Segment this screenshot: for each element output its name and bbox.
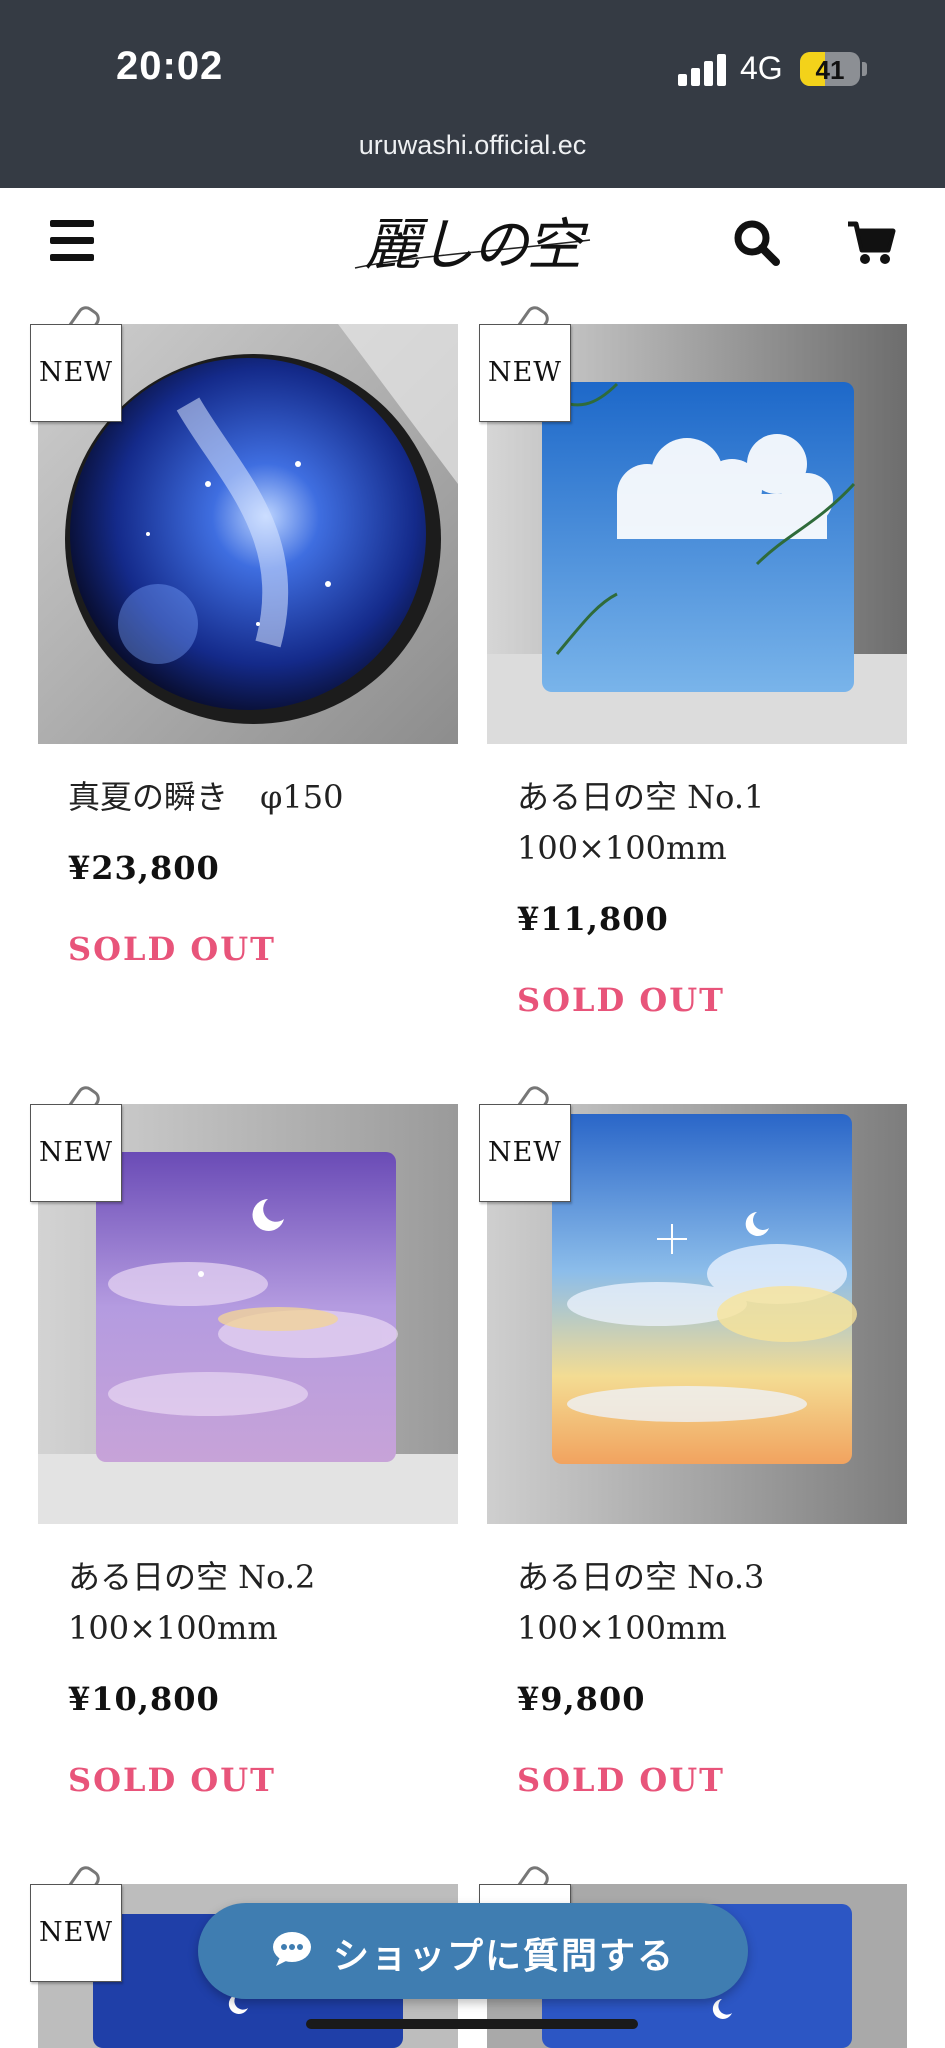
product-price: ¥11,800 [517, 900, 669, 938]
address-bar-url[interactable]: uruwashi.official.ec [0, 130, 945, 161]
site-logo[interactable]: 麗しの空 [350, 206, 595, 286]
sold-out-label: SOLD OUT [68, 930, 276, 968]
sold-out-label: SOLD OUT [68, 1761, 276, 1799]
chat-bubble-icon [272, 1931, 312, 1966]
product-card[interactable]: NEW ある日の空 No.3 100×100mm ¥9,800 SOLD OUT [479, 1082, 907, 1804]
product-price: ¥9,800 [517, 1680, 646, 1718]
search-icon[interactable] [732, 218, 782, 268]
new-badge: NEW [479, 324, 571, 422]
battery-icon: 41 [800, 52, 860, 86]
product-card[interactable]: NEW ある日の空 No.1 100×100mm ¥11,800 SOLD OU… [479, 302, 907, 1024]
home-indicator [306, 2019, 638, 2029]
new-badge: NEW [479, 1104, 571, 1202]
status-time: 20:02 [116, 44, 224, 88]
ask-shop-button[interactable]: ショップに質問する [198, 1903, 748, 1999]
new-badge: NEW [30, 324, 122, 422]
logo-text: 麗しの空 [364, 213, 583, 278]
product-card[interactable]: NEW ある日の空 No.2 100×100mm ¥10,800 SOLD OU… [30, 1082, 458, 1804]
status-bar: 20:02 4G 41 uruwashi.official.ec [0, 0, 945, 188]
signal-icon [678, 54, 728, 86]
product-card[interactable]: NEW 真夏の瞬き φ150 ¥23,800 SOLD OUT [30, 302, 458, 1024]
cart-icon[interactable] [846, 220, 896, 266]
battery-tip [862, 62, 867, 76]
site-header: 麗しの空 [0, 188, 945, 316]
product-price: ¥10,800 [68, 1680, 220, 1718]
sold-out-label: SOLD OUT [517, 1761, 725, 1799]
product-title[interactable]: ある日の空 No.3 100×100mm [517, 1552, 897, 1654]
ask-shop-label: ショップに質問する [333, 1936, 676, 1977]
sold-out-label: SOLD OUT [517, 981, 725, 1019]
product-title[interactable]: ある日の空 No.1 100×100mm [517, 772, 897, 874]
new-badge: NEW [30, 1884, 122, 1982]
hamburger-menu-icon[interactable] [50, 220, 94, 264]
product-title[interactable]: ある日の空 No.2 100×100mm [68, 1552, 448, 1654]
network-type: 4G [740, 50, 783, 86]
battery-level: 41 [815, 55, 845, 85]
new-badge: NEW [30, 1104, 122, 1202]
product-title[interactable]: 真夏の瞬き φ150 [68, 772, 448, 823]
product-price: ¥23,800 [68, 849, 220, 887]
